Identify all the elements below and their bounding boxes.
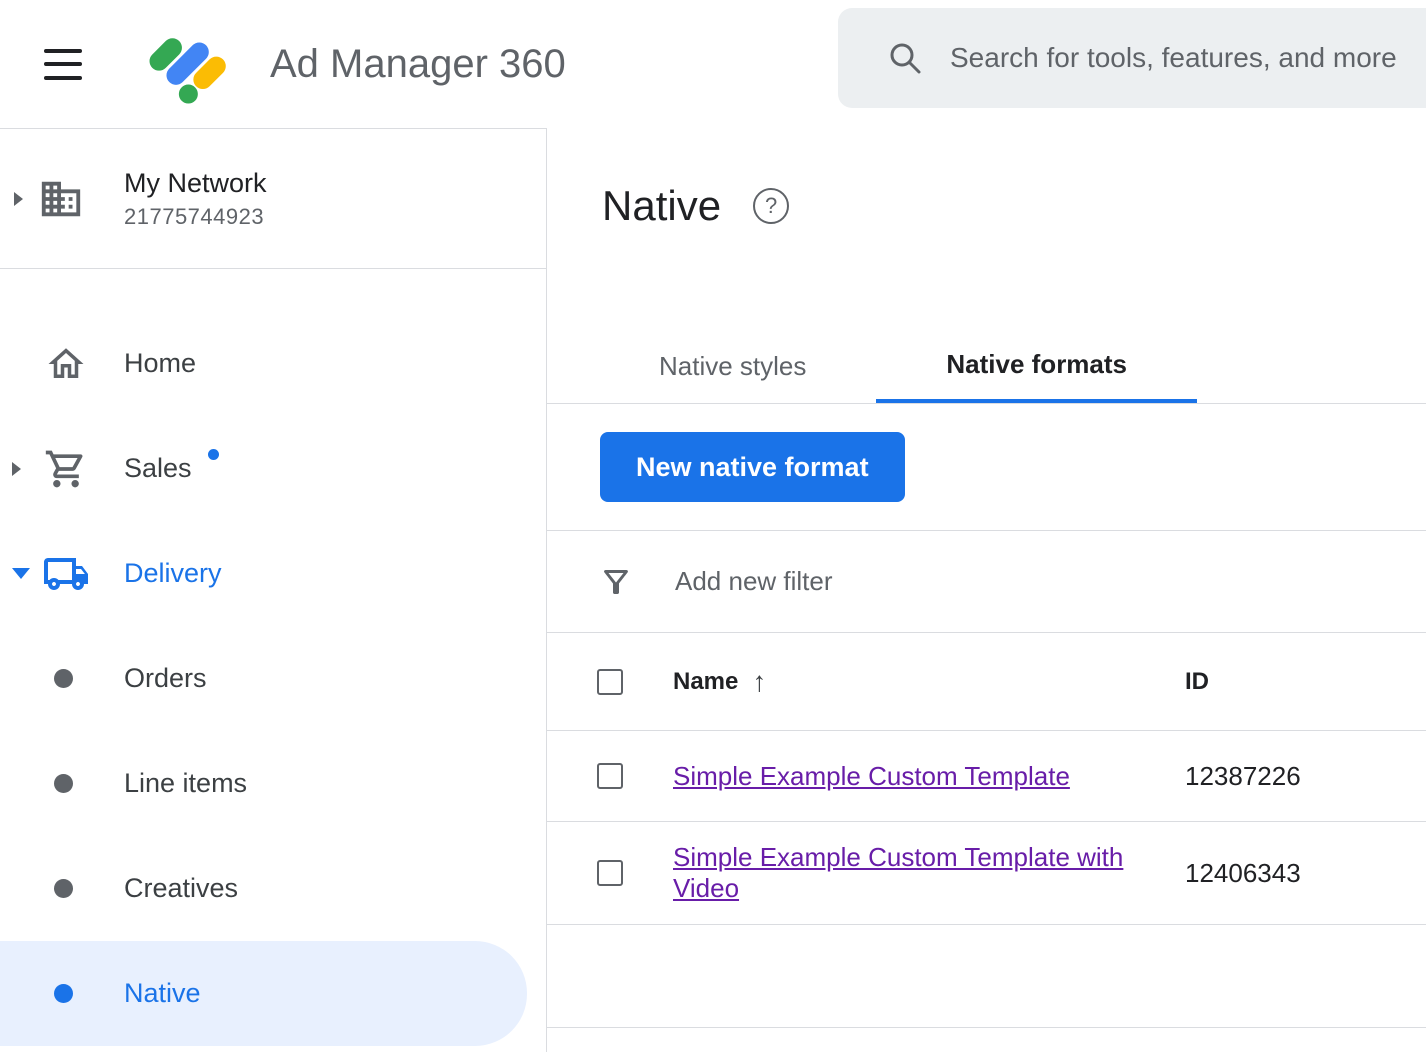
sidebar-item-home[interactable]: Home <box>0 311 546 416</box>
native-format-link[interactable]: Simple Example Custom Template <box>673 761 1070 791</box>
chevron-right-icon[interactable] <box>12 462 21 476</box>
page-title: Native <box>602 182 721 230</box>
sidebar-item-creatives[interactable]: Creatives <box>0 836 546 941</box>
truck-icon <box>42 550 90 598</box>
network-info: My Network 21775744923 <box>124 168 267 230</box>
sidebar-item-orders[interactable]: Orders <box>0 626 546 731</box>
sidebar-item-label: Line items <box>124 768 247 799</box>
table-row: Simple Example Custom Template with Vide… <box>547 822 1426 925</box>
main-content: Native ? Native styles Native formats Ne… <box>547 128 1426 1052</box>
tab-native-formats[interactable]: Native formats <box>876 330 1197 403</box>
chevron-right-icon[interactable] <box>14 192 23 206</box>
row-checkbox[interactable] <box>597 860 623 886</box>
bullet-icon <box>54 879 73 898</box>
top-app-bar: Ad Manager 360 <box>0 0 1426 128</box>
shopping-cart-icon <box>42 447 90 491</box>
network-id: 21775744923 <box>124 204 267 230</box>
sidebar: My Network 21775744923 Home Sales <box>0 128 547 1052</box>
sidebar-item-label: Native <box>124 978 201 1009</box>
select-all-checkbox[interactable] <box>597 669 623 695</box>
sidebar-nav: Home Sales Delivery Orders <box>0 269 546 1046</box>
tab-native-styles[interactable]: Native styles <box>589 330 876 403</box>
bullet-icon <box>54 774 73 793</box>
sidebar-item-label: Creatives <box>124 873 238 904</box>
hamburger-menu-icon[interactable] <box>44 49 82 80</box>
table-header-row: Name ↑ ID <box>547 633 1426 731</box>
table-row: Simple Example Custom Template 12387226 <box>547 731 1426 822</box>
bullet-icon <box>54 984 73 1003</box>
network-selector[interactable]: My Network 21775744923 <box>0 129 546 269</box>
sidebar-item-delivery[interactable]: Delivery <box>0 521 546 626</box>
sidebar-item-label: Home <box>124 348 196 379</box>
new-native-format-button[interactable]: New native format <box>600 432 905 502</box>
filter-bar[interactable]: Add new filter <box>547 530 1426 633</box>
app-title: Ad Manager 360 <box>270 42 566 87</box>
network-name: My Network <box>124 168 267 199</box>
bullet-icon <box>54 669 73 688</box>
column-header-name[interactable]: Name ↑ <box>673 666 1185 698</box>
sidebar-item-label: Sales <box>124 453 192 484</box>
building-icon <box>38 176 84 222</box>
chevron-down-icon[interactable] <box>12 568 30 579</box>
add-filter-label[interactable]: Add new filter <box>675 566 833 597</box>
page-title-row: Native ? <box>602 182 1426 230</box>
sort-ascending-icon[interactable]: ↑ <box>752 666 766 698</box>
column-name-label: Name <box>673 668 738 696</box>
native-format-id: 12387226 <box>1185 761 1426 792</box>
help-icon[interactable]: ? <box>753 188 789 224</box>
sidebar-item-label: Delivery <box>124 558 222 589</box>
ad-manager-logo-icon <box>144 24 232 104</box>
sidebar-item-sales[interactable]: Sales <box>0 416 546 521</box>
notification-dot <box>208 449 219 460</box>
native-format-link[interactable]: Simple Example Custom Template with Vide… <box>673 842 1123 903</box>
row-checkbox[interactable] <box>597 763 623 789</box>
sidebar-item-label: Orders <box>124 663 207 694</box>
sidebar-item-native[interactable]: Native <box>0 941 527 1046</box>
sidebar-item-line-items[interactable]: Line items <box>0 731 546 836</box>
search-icon[interactable] <box>886 39 924 77</box>
home-icon <box>42 343 90 385</box>
ad-manager-logo[interactable] <box>144 24 232 104</box>
tab-bar: Native styles Native formats <box>547 330 1426 404</box>
search-input[interactable] <box>950 42 1426 74</box>
column-header-id: ID <box>1185 668 1426 696</box>
table-empty-area <box>547 925 1426 1028</box>
search-bar[interactable] <box>838 8 1426 108</box>
native-format-id: 12406343 <box>1185 858 1426 889</box>
filter-funnel-icon <box>598 564 634 600</box>
